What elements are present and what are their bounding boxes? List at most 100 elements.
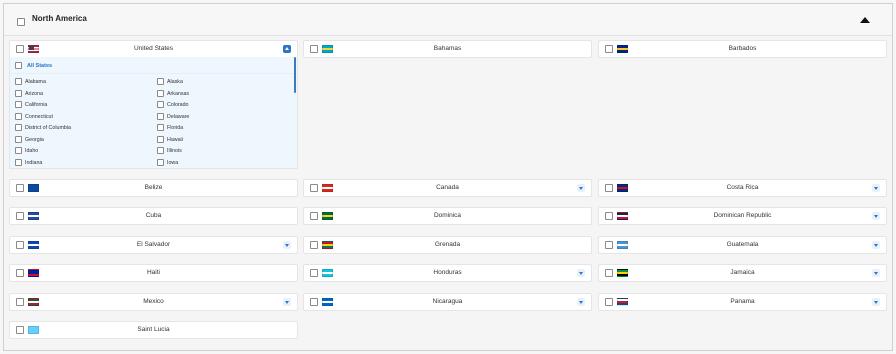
- state-checkbox[interactable]: [157, 78, 164, 85]
- dominican-republic-flag-icon: [617, 212, 628, 220]
- country-card-mexico[interactable]: Mexico: [9, 293, 298, 311]
- country-checkbox[interactable]: [16, 298, 24, 306]
- saint-lucia-flag-icon: [28, 326, 39, 334]
- country-card-el-salvador[interactable]: El Salvador: [9, 236, 298, 254]
- country-name: Cuba: [145, 212, 162, 219]
- state-checkbox[interactable]: [15, 112, 22, 120]
- country-name: Belize: [144, 184, 163, 191]
- guatemala-flag-icon: [617, 241, 628, 249]
- state-checkbox[interactable]: [15, 147, 22, 154]
- state-label: Idaho: [25, 148, 39, 154]
- country-checkbox[interactable]: [310, 184, 318, 192]
- state-label: Connecticut: [25, 113, 53, 120]
- chevron-down-icon[interactable]: [577, 269, 585, 277]
- state-checkbox[interactable]: [15, 124, 22, 131]
- chevron-down-icon[interactable]: [872, 269, 880, 277]
- country-card-grenada[interactable]: Grenada: [303, 236, 592, 254]
- state-label: Alabama: [25, 79, 46, 85]
- panama-flag-icon: [617, 298, 628, 306]
- country-card-costa-rica[interactable]: Costa Rica: [598, 179, 887, 197]
- state-checkbox[interactable]: [157, 124, 164, 131]
- country-name: Costa Rica: [726, 184, 759, 191]
- bahamas-flag-icon: [322, 45, 333, 53]
- country-name: Bahamas: [433, 45, 462, 52]
- country-name: Guatemala: [726, 241, 759, 248]
- country-checkbox[interactable]: [16, 45, 24, 53]
- state-checkbox[interactable]: [157, 158, 164, 166]
- state-checkbox[interactable]: [15, 158, 22, 166]
- country-checkbox[interactable]: [310, 269, 318, 277]
- country-card-belize[interactable]: Belize: [9, 179, 298, 197]
- country-name: Canada: [436, 184, 459, 191]
- country-name: Grenada: [434, 241, 461, 248]
- country-checkbox[interactable]: [310, 298, 318, 306]
- country-checkbox[interactable]: [605, 298, 613, 306]
- country-card-saint-lucia[interactable]: Saint Lucia: [9, 321, 298, 339]
- chevron-down-icon[interactable]: [577, 298, 585, 306]
- chevron-up-icon[interactable]: [283, 45, 291, 53]
- state-label: California: [25, 102, 48, 108]
- states-scrollbar[interactable]: [294, 57, 296, 93]
- all-states-checkbox[interactable]: [15, 62, 22, 69]
- country-card-nicaragua[interactable]: Nicaragua: [303, 293, 592, 311]
- country-card-dominica[interactable]: Dominica: [303, 207, 592, 225]
- state-label: District of Columbia: [25, 125, 71, 131]
- chevron-down-icon[interactable]: [283, 241, 291, 249]
- country-checkbox[interactable]: [16, 241, 24, 249]
- country-checkbox[interactable]: [605, 269, 613, 277]
- country-card-barbados[interactable]: Barbados: [598, 40, 887, 58]
- chevron-down-icon[interactable]: [872, 212, 880, 220]
- country-card-canada[interactable]: Canada: [303, 179, 592, 197]
- country-checkbox[interactable]: [605, 212, 613, 220]
- chevron-down-icon[interactable]: [872, 184, 880, 192]
- collapse-up-icon[interactable]: [860, 16, 870, 24]
- chevron-down-icon[interactable]: [872, 241, 880, 249]
- all-states-row[interactable]: All States: [10, 57, 293, 74]
- state-checkbox[interactable]: [15, 135, 22, 143]
- country-name: Saint Lucia: [137, 326, 170, 333]
- grenada-flag-icon: [322, 241, 333, 249]
- chevron-down-icon[interactable]: [283, 298, 291, 306]
- state-label: Indiana: [25, 159, 43, 166]
- country-card-bahamas[interactable]: Bahamas: [303, 40, 592, 58]
- costa-rica-flag-icon: [617, 184, 628, 192]
- country-checkbox[interactable]: [310, 212, 318, 220]
- country-checkbox[interactable]: [310, 241, 318, 249]
- country-checkbox[interactable]: [16, 326, 24, 334]
- country-card-dominican-republic[interactable]: Dominican Republic: [598, 207, 887, 225]
- country-card-haiti[interactable]: Haiti: [9, 264, 298, 282]
- state-checkbox[interactable]: [157, 112, 164, 120]
- state-checkbox[interactable]: [157, 89, 164, 97]
- country-card-cuba[interactable]: Cuba: [9, 207, 298, 225]
- states-dropdown: All States Alabama Alaska Arizona Arkansas C…: [9, 57, 298, 169]
- country-card-guatemala[interactable]: Guatemala: [598, 236, 887, 254]
- country-checkbox[interactable]: [16, 184, 24, 192]
- chevron-down-icon[interactable]: [872, 298, 880, 306]
- country-checkbox[interactable]: [605, 241, 613, 249]
- country-checkbox[interactable]: [310, 45, 318, 53]
- country-checkbox[interactable]: [16, 269, 24, 277]
- state-checkbox[interactable]: [157, 101, 164, 108]
- country-card-panama[interactable]: Panama: [598, 293, 887, 311]
- state-label: Illinois: [167, 148, 182, 154]
- honduras-flag-icon: [322, 269, 333, 277]
- country-checkbox[interactable]: [605, 184, 613, 192]
- country-card-united-states[interactable]: United States: [9, 40, 298, 58]
- state-checkbox[interactable]: [15, 101, 22, 108]
- state-checkbox[interactable]: [15, 89, 22, 97]
- chevron-down-icon[interactable]: [577, 184, 585, 192]
- state-checkbox[interactable]: [157, 147, 164, 154]
- country-name: Mexico: [143, 298, 164, 305]
- country-card-jamaica[interactable]: Jamaica: [598, 264, 887, 282]
- state-checkbox[interactable]: [157, 135, 164, 143]
- country-checkbox[interactable]: [605, 45, 613, 53]
- country-card-honduras[interactable]: Honduras: [303, 264, 592, 282]
- jamaica-flag-icon: [617, 269, 628, 277]
- country-name: Dominica: [433, 212, 462, 219]
- state-label: Florida: [167, 125, 184, 131]
- country-checkbox[interactable]: [16, 212, 24, 220]
- state-checkbox[interactable]: [15, 78, 22, 85]
- nicaragua-flag-icon: [322, 298, 333, 306]
- country-name: Jamaica: [730, 269, 755, 276]
- region-checkbox[interactable]: [17, 18, 25, 26]
